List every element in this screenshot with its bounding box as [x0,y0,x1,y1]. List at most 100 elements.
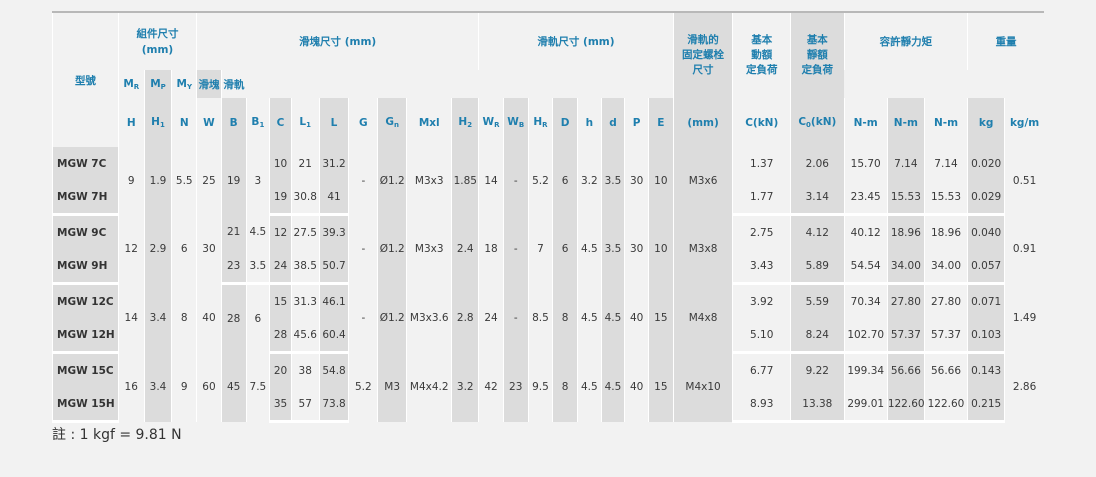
header-mr-text: M [123,77,134,90]
cell-Mxl: M4x4.2 [406,352,452,422]
cell-C: 24 [269,249,292,285]
column-header-text: N-m [933,116,959,129]
column-header-text: H [458,116,468,128]
cell-E: 15 [647,352,674,422]
column-header: C [269,98,292,147]
cell-H2: 2.4 [451,214,479,284]
cell-block-weight: 0.020 [967,147,1005,180]
cell-C: 28 [269,318,292,354]
header-my: MY [171,70,197,98]
cell-H2: 3.2 [451,352,479,422]
model-cell: MGW 9H [52,249,119,285]
column-header-unit: (kN) [810,116,837,128]
cell-dynamic-load: 6.77 [732,352,791,387]
column-header-text: h [585,116,594,129]
cell-MP: 27.80 [886,283,925,318]
cell-static-load: 5.59 [790,283,845,318]
column-header: Gn [377,98,407,147]
cell-HR: 7 [527,214,553,284]
header-my-text: M [176,77,187,90]
column-header-subscript: 1 [159,121,165,129]
cell-C: 20 [269,352,292,387]
column-header-subscript: R [542,121,548,129]
cell-H1: 3.4 [143,352,172,422]
cell-B: 28 [220,283,247,353]
cell-MR: 23.45 [843,180,888,216]
cell-P: 30 [624,147,649,215]
column-header: C(kN) [732,98,791,147]
cell-block-weight: 0.143 [967,352,1005,387]
cell-L1: 45.6 [290,318,320,354]
header-rail-bolt: 滑軌的 固定螺栓 尺寸 [672,11,733,98]
column-header: B [220,98,247,147]
column-header-text: D [560,116,570,129]
column-header-text: (mm) [687,116,719,129]
cell-D: 8 [552,283,578,353]
header-model: 型號 [52,11,119,147]
cell-WB: - [502,214,529,284]
cell-P: 30 [624,214,649,284]
table-row: MGW 7C 9 1.9 5.5 25 19 3 10 21 31.2- Ø1.2 M3x3 1.85 1… [52,147,1044,215]
header-dynamic-load: 基本 動額 定負荷 [732,11,791,98]
header-mr: MR [117,70,145,98]
cell-block-weight: 0.103 [967,318,1005,354]
column-header-text: W [507,116,519,128]
cell-MP: 15.53 [886,180,925,216]
column-header: N-m [923,98,968,147]
cell-dynamic-load: 3.43 [732,249,791,285]
cell-D: 8 [552,352,578,422]
cell-P: 40 [624,283,649,353]
model-cell: MGW 15H [52,387,119,423]
cell-HR: 5.2 [527,147,553,215]
column-header-subscript: 1 [259,121,265,129]
cell-W: 60 [196,352,222,422]
column-header-text: G [359,116,368,129]
cell-MP: 56.66 [886,352,925,387]
header-rail-size: 滑軌尺寸 (mm) [478,11,674,70]
column-header: kg [967,98,1005,147]
cell-G: 5.2 [348,352,378,422]
cell-H1: 1.9 [143,147,172,215]
column-header: N-m [886,98,925,147]
cell-C: 35 [269,387,292,423]
model-cell: MGW 12H [52,318,119,354]
cell-E: 10 [647,214,674,284]
cell-Mxl: M3x3 [406,147,452,215]
cell-H1: 2.9 [143,214,172,284]
cell-MP: 7.14 [886,147,925,180]
cell-MP: 122.60 [886,387,925,423]
cell-WB: - [502,283,529,353]
cell-static-load: 2.06 [790,147,845,180]
cell-MR: 54.54 [843,249,888,285]
column-header-text: N [179,116,189,129]
model-cell: MGW 9C [52,214,119,249]
cell-P: 40 [624,352,649,422]
column-header: H [117,98,145,147]
cell-W: 25 [196,147,222,215]
cell-N: 6 [171,214,197,284]
cell-MR: 70.34 [843,283,888,318]
cell-L1: 38 [290,352,320,387]
column-header-subscript: B [518,121,525,129]
cell-WB: 23 [502,352,529,422]
spec-table-body: MGW 7C 9 1.9 5.5 25 19 3 10 21 31.2- Ø1.2 M3x3 1.85 1… [52,147,1044,423]
cell-L: 31.2 [318,147,349,180]
column-header: HR [527,98,553,147]
cell-rail-weight: 0.51 [1004,147,1044,215]
column-header: WR [478,98,504,147]
cell-N: 5.5 [171,147,197,215]
cell-H: 14 [117,283,145,353]
cell-dynamic-load: 5.10 [732,318,791,354]
cell-dynamic-load: 1.37 [732,147,791,180]
cell-H2: 2.8 [451,283,479,353]
header-mp-sub: P [160,82,166,91]
cell-MY: 57.37 [923,318,968,354]
cell-B: 21 [220,214,247,249]
cell-Gn: Ø1.2 [377,147,407,215]
model-cell: MGW 7C [52,147,119,180]
cell-H1: 3.4 [143,283,172,353]
cell-H: 12 [117,214,145,284]
header-block-size: 滑塊尺寸 (mm) [196,11,479,70]
column-header-text: H [126,116,136,129]
column-header: Mxl [406,98,452,147]
